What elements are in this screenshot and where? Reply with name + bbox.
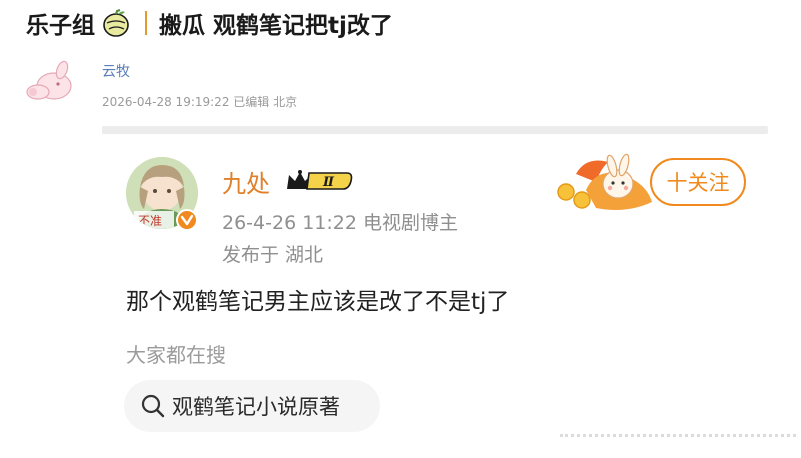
rabbit-mascot-icon xyxy=(557,153,652,210)
hot-search-chip[interactable]: 观鹤笔记小说原著 xyxy=(124,380,380,432)
hot-search-label: 大家都在搜 xyxy=(126,343,226,367)
post-title: 搬瓜 观鹤笔记把tj改了 xyxy=(159,13,393,39)
post-meta: 2026-04-28 19:19:22 已编辑 北京 xyxy=(102,95,298,109)
author-name[interactable]: 云牧 xyxy=(102,61,130,81)
post-page: 乐子组 搬瓜 观鹤笔记把tj改了 云牧 2026-04-28 19:19:22 … xyxy=(0,0,801,458)
melon-icon xyxy=(103,9,129,37)
verified-badge-icon xyxy=(176,209,198,231)
follow-button[interactable]: 十关注 xyxy=(650,158,746,206)
svg-text:不准: 不准 xyxy=(138,214,162,228)
hot-search-query: 观鹤笔记小说原著 xyxy=(172,395,340,419)
screenshot-user-name: 九处 xyxy=(222,170,270,198)
title-separator xyxy=(145,11,147,35)
search-icon xyxy=(141,394,165,418)
screenshot-post-text: 那个观鹤笔记男主应该是改了不是tj了 xyxy=(126,289,510,315)
crown-level-badge-icon: Ⅱ xyxy=(287,170,353,190)
group-name[interactable]: 乐子组 xyxy=(26,6,95,40)
screenshot-meta-location: 发布于 湖北 xyxy=(222,244,324,266)
dotted-divider xyxy=(560,434,796,438)
content-divider xyxy=(102,126,768,134)
author-avatar[interactable] xyxy=(24,58,78,108)
svg-text:Ⅱ: Ⅱ xyxy=(322,175,335,190)
post-header: 乐子组 搬瓜 观鹤笔记把tj改了 xyxy=(26,6,393,40)
screenshot-meta-time: 26-4-26 11:22 电视剧博主 xyxy=(222,212,458,234)
